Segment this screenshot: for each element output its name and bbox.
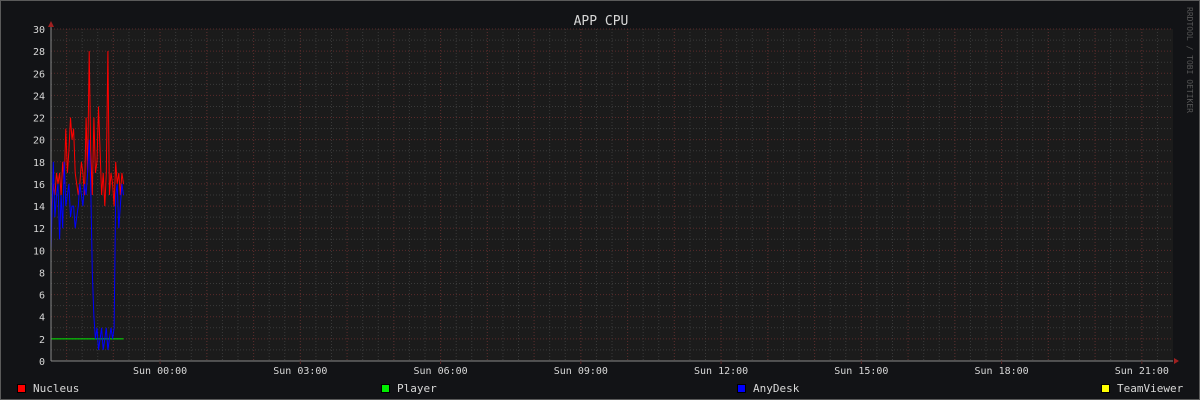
chart-title: APP CPU: [574, 14, 629, 29]
legend-swatch-player: [381, 383, 390, 393]
x-tick-label: Sun 12:00: [694, 366, 748, 377]
x-tick-label: Sun 06:00: [413, 366, 467, 377]
x-tick-label: Sun 03:00: [273, 366, 327, 377]
y-tick-label: 28: [33, 47, 45, 58]
y-tick-label: 20: [33, 136, 45, 147]
x-tick-label: Sun 09:00: [554, 366, 608, 377]
y-tick-label: 8: [39, 268, 45, 279]
legend-item-player: Player: [381, 381, 437, 395]
legend-label-player: Player: [397, 381, 437, 395]
y-tick-label: 2: [39, 335, 45, 346]
y-tick-label: 6: [39, 291, 45, 302]
chart-frame: APP CPU RRDTOOL / TOBI OETIKER 0 2 4 6 8 10 12…: [0, 0, 1200, 400]
y-tick-label: 14: [33, 202, 45, 213]
y-tick-label: 24: [33, 91, 45, 102]
legend-swatch-anydesk: [737, 383, 746, 393]
legend-label-teamviewer: TeamViewer: [1117, 381, 1184, 395]
legend-item-anydesk: AnyDesk: [737, 381, 799, 395]
legend-item-nucleus: Nucleus: [17, 381, 79, 395]
y-tick-label: 18: [33, 158, 45, 169]
legend-swatch-teamviewer: [1101, 383, 1110, 393]
x-tick-label: Sun 21:00: [1115, 366, 1169, 377]
rrdtool-watermark: RRDTOOL / TOBI OETIKER: [1185, 7, 1194, 113]
y-tick-label: 4: [39, 313, 45, 324]
y-tick-label: 0: [39, 357, 45, 368]
y-tick-label: 22: [33, 114, 45, 125]
y-axis-arrow: [48, 21, 54, 27]
cpu-chart: APP CPU RRDTOOL / TOBI OETIKER 024681012…: [33, 7, 1194, 377]
legend-label-anydesk: AnyDesk: [753, 381, 800, 395]
x-tick-label: Sun 15:00: [834, 366, 888, 377]
x-tick-label: Sun 18:00: [974, 366, 1028, 377]
y-tick-label: 10: [33, 246, 45, 257]
y-tick-label: 16: [33, 180, 45, 191]
legend-label-nucleus: Nucleus: [33, 381, 80, 395]
y-tick-label: 12: [33, 224, 45, 235]
x-axis-arrow: [1174, 358, 1179, 364]
y-tick-label: 30: [33, 25, 45, 36]
y-tick-label: 26: [33, 69, 45, 80]
legend-swatch-nucleus: [17, 383, 26, 393]
legend-item-teamviewer: TeamViewer: [1101, 381, 1183, 395]
x-tick-label: Sun 00:00: [133, 366, 187, 377]
